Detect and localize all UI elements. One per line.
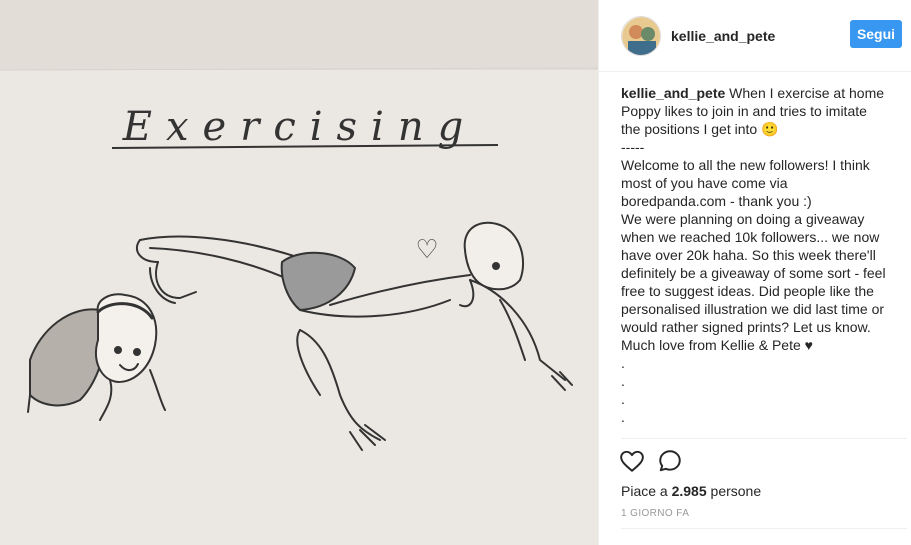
caption-line: would rather signed prints? Let us know. bbox=[621, 319, 871, 335]
post-header: kellie_and_pete Segui bbox=[599, 0, 911, 72]
caption-line: . bbox=[621, 373, 625, 389]
heart-outline-icon[interactable] bbox=[619, 448, 645, 474]
caption-line: . bbox=[621, 409, 625, 425]
bottom-divider bbox=[621, 528, 907, 529]
post-image[interactable]: Exercising ♡ bbox=[0, 0, 598, 545]
caption-line: kellie_and_pete When I exercise at home bbox=[621, 84, 891, 102]
caption-line: the positions I get into 🙂 bbox=[621, 121, 779, 137]
post-actions bbox=[619, 448, 683, 474]
caption-line: free to suggest ideas. Did people like t… bbox=[621, 283, 874, 299]
exercising-illustration: Exercising ♡ bbox=[0, 0, 598, 545]
caption-line: Welcome to all the new followers! I thin… bbox=[621, 157, 870, 173]
caption-line: most of you have come via bbox=[621, 175, 788, 191]
caption-line: ----- bbox=[621, 139, 645, 155]
caption-line: personalised illustration we did last ti… bbox=[621, 301, 885, 317]
caption-line: definitely be a giveaway of some sort - … bbox=[621, 265, 886, 281]
caption-line: . bbox=[621, 391, 625, 407]
comment-bubble-icon[interactable] bbox=[657, 448, 683, 474]
instagram-post: Exercising ♡ kellie_and_pete Segui kelli… bbox=[0, 0, 911, 545]
caption-username[interactable]: kellie_and_pete bbox=[621, 85, 725, 101]
caption-line[interactable]: boredpanda.com - thank you :) bbox=[621, 192, 891, 210]
post-timestamp[interactable]: 1 GIORNO FA bbox=[621, 508, 689, 519]
likes-suffix: persone bbox=[706, 483, 762, 499]
likes-number: 2.985 bbox=[671, 483, 707, 499]
avatar[interactable] bbox=[621, 15, 661, 56]
heart-doodle: ♡ bbox=[415, 235, 438, 265]
caption-line: . bbox=[621, 355, 625, 371]
caption-line: Poppy likes to join in and tries to imit… bbox=[621, 103, 867, 119]
caption-line: Much love from Kellie & Pete ♥ bbox=[621, 337, 813, 353]
likes-prefix: Piace a bbox=[621, 483, 672, 499]
header-username[interactable]: kellie_and_pete bbox=[671, 28, 775, 44]
caption-line: when we reached 10k followers... we now bbox=[621, 229, 880, 245]
likes-count[interactable]: Piace a 2.985 persone bbox=[621, 483, 761, 499]
avatar-image bbox=[622, 16, 660, 55]
caption-text: When I exercise at home bbox=[725, 85, 885, 101]
actions-divider bbox=[621, 438, 907, 439]
post-caption: kellie_and_pete When I exercise at home … bbox=[621, 84, 891, 426]
illustration-title: Exercising bbox=[122, 104, 477, 150]
caption-line: We were planning on doing a giveaway bbox=[621, 211, 865, 227]
follow-button[interactable]: Segui bbox=[850, 20, 902, 48]
caption-line: have over 20k haha. So this week there'l… bbox=[621, 247, 876, 263]
post-sidebar: kellie_and_pete Segui kellie_and_pete Wh… bbox=[598, 0, 911, 545]
